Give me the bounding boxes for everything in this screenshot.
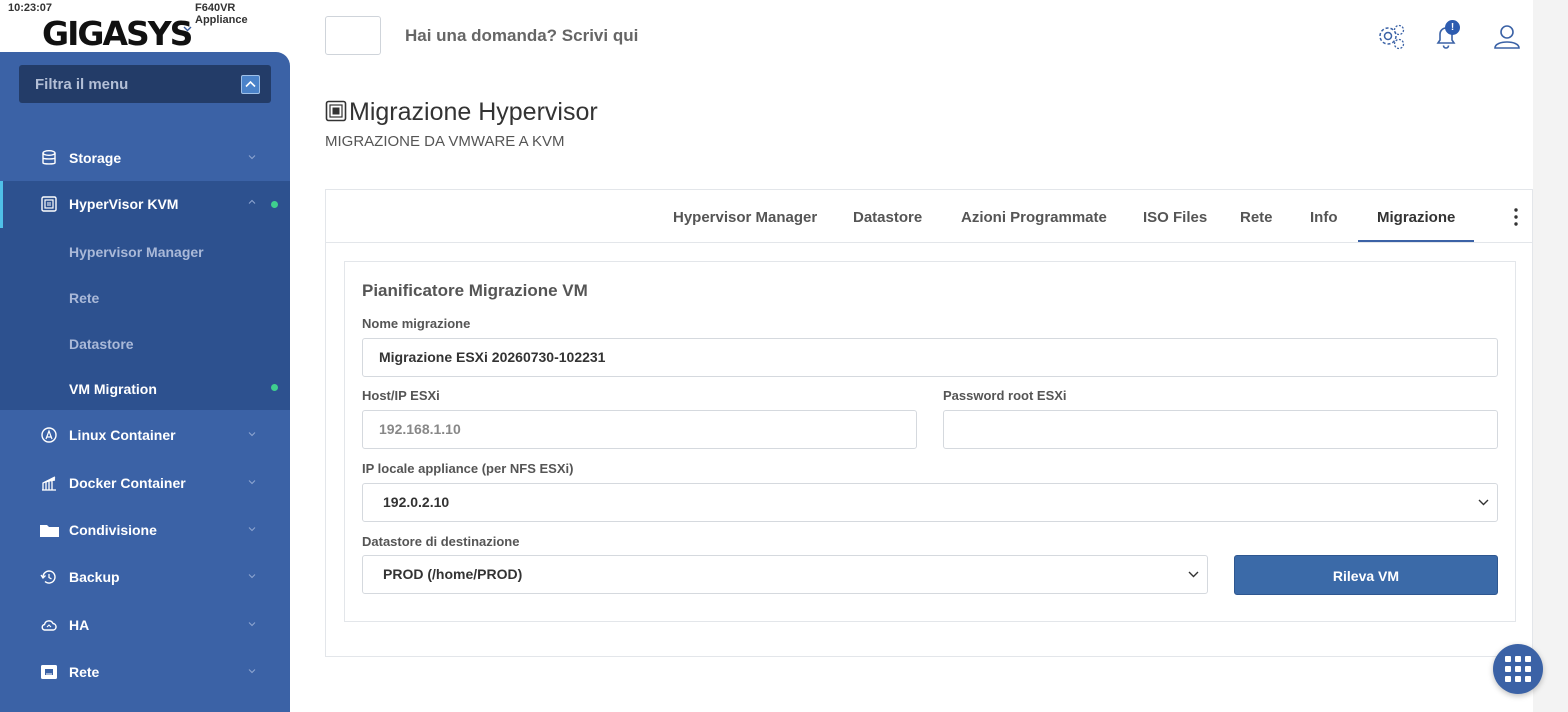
chevron-down-icon — [248, 155, 256, 160]
migration-planner-panel: Pianificatore Migrazione VM Nome migrazi… — [344, 261, 1516, 622]
submenu-item-hypervisor-manager[interactable]: Hypervisor Manager — [69, 244, 204, 260]
folder-icon — [40, 525, 59, 537]
sidebar-item-condivisione[interactable]: Condivisione — [0, 507, 290, 553]
tab-datastore[interactable]: Datastore — [853, 209, 922, 226]
docker-icon — [42, 476, 56, 491]
sidebar-item-storage[interactable]: Storage — [0, 135, 290, 181]
page-scrollbar[interactable] — [1533, 0, 1568, 712]
esxi-password-label: Password root ESXi — [943, 388, 1067, 403]
grid-icon — [1505, 656, 1531, 682]
hypervisor-icon — [41, 196, 57, 212]
sidebar-item-label: Condivisione — [69, 522, 157, 538]
network-icon — [41, 665, 57, 679]
chevron-down-icon — [248, 574, 256, 579]
tab-iso-files[interactable]: ISO Files — [1143, 209, 1207, 226]
user-icon[interactable] — [1492, 22, 1522, 52]
sidebar-item-label: Backup — [69, 569, 120, 585]
apps-launcher-button[interactable] — [1493, 644, 1543, 694]
local-ip-label: IP locale appliance (per NFS ESXi) — [362, 461, 574, 476]
chevron-down-icon — [248, 480, 256, 485]
tab-hypervisor-manager[interactable]: Hypervisor Manager — [673, 209, 817, 226]
esxi-password-input[interactable] — [943, 410, 1498, 449]
tab-info[interactable]: Info — [1310, 209, 1338, 226]
chevron-down-icon — [1478, 499, 1489, 506]
brand-logo[interactable]: GIGASYS — [42, 14, 193, 53]
migration-card: Hypervisor Manager Datastore Azioni Prog… — [325, 189, 1533, 657]
backup-icon — [40, 570, 56, 584]
migration-name-input[interactable]: Migrazione ESXi 20260730-102231 — [362, 338, 1498, 377]
sidebar-item-ha[interactable]: HA — [0, 602, 290, 648]
chevron-up-icon — [245, 80, 256, 88]
clock: 10:23:07 — [8, 2, 53, 14]
panel-title: Pianificatore Migrazione VM — [362, 281, 588, 300]
datastore-select[interactable]: PROD (/home/PROD) — [362, 555, 1208, 594]
chevron-down-icon — [248, 669, 256, 674]
sidebar-item-rete[interactable]: Rete — [0, 649, 290, 695]
sidebar-item-label: HyperVisor KVM — [69, 196, 179, 212]
datastore-value: PROD (/home/PROD) — [383, 566, 523, 582]
esxi-host-label: Host/IP ESXi — [362, 388, 440, 403]
settings-gears-icon[interactable] — [1376, 22, 1406, 52]
sidebar-menu: Filtra il menu Storage HyperVisor KVM Hy… — [0, 52, 290, 712]
detect-vm-button[interactable]: Rileva VM — [1234, 555, 1498, 595]
esxi-host-input[interactable]: 192.168.1.10 — [362, 410, 917, 449]
menu-filter-input[interactable]: Filtra il menu — [19, 65, 271, 103]
tab-azioni-programmate[interactable]: Azioni Programmate — [961, 209, 1107, 226]
datastore-label: Datastore di destinazione — [362, 534, 520, 549]
chevron-down-icon — [248, 432, 256, 437]
tab-rete[interactable]: Rete — [1240, 209, 1273, 226]
chevron-up-icon — [248, 199, 256, 204]
sidebar: 10:23:07 F640VR Appliance GIGASYS Filtra… — [0, 0, 290, 712]
chevron-down-icon — [1188, 571, 1199, 578]
sidebar-item-hypervisor-kvm[interactable]: HyperVisor KVM — [0, 181, 290, 228]
migration-name-label: Nome migrazione — [362, 316, 471, 331]
sidebar-item-label: HA — [69, 617, 90, 633]
menu-filter-placeholder: Filtra il menu — [35, 76, 129, 93]
sidebar-item-backup[interactable]: Backup — [0, 554, 290, 600]
search-input[interactable] — [325, 16, 381, 55]
submenu-item-vm-migration[interactable]: VM Migration — [69, 381, 157, 397]
notification-badge[interactable]: ! — [1445, 20, 1460, 35]
page-title: Migrazione Hypervisor — [349, 98, 598, 126]
search-prompt[interactable]: Hai una domanda? Scrivi qui — [405, 26, 638, 46]
local-ip-select[interactable]: 192.0.2.10 — [362, 483, 1498, 522]
hypervisor-submenu: Hypervisor Manager Rete Datastore VM Mig… — [0, 228, 290, 410]
status-dot — [271, 201, 278, 208]
sidebar-item-label: Docker Container — [69, 475, 186, 491]
database-icon — [42, 150, 56, 165]
chevron-down-icon — [248, 622, 256, 627]
logo-area: 10:23:07 F640VR Appliance GIGASYS — [0, 0, 290, 53]
linux-icon — [41, 427, 57, 443]
appliance-label: F640VR Appliance — [195, 2, 248, 26]
sidebar-item-label: Linux Container — [69, 427, 176, 443]
local-ip-value: 192.0.2.10 — [383, 494, 450, 510]
sidebar-item-docker-container[interactable]: Docker Container — [0, 460, 290, 506]
cloud-icon — [41, 620, 57, 631]
page-subtitle: MIGRAZIONE DA VMWARE A KVM — [325, 133, 565, 150]
tab-migrazione[interactable]: Migrazione — [1377, 209, 1455, 226]
active-tab-indicator — [1358, 240, 1474, 242]
more-options-icon[interactable] — [1514, 208, 1518, 226]
chevron-down-icon — [248, 527, 256, 532]
sidebar-item-label: Storage — [69, 150, 122, 166]
submenu-item-rete[interactable]: Rete — [69, 290, 99, 306]
status-dot — [271, 384, 278, 391]
collapse-menu-button[interactable] — [241, 75, 260, 94]
chevron-down-icon[interactable] — [183, 23, 192, 35]
sidebar-item-linux-container[interactable]: Linux Container — [0, 412, 290, 458]
tab-bar: Hypervisor Manager Datastore Azioni Prog… — [326, 190, 1532, 243]
hypervisor-icon — [325, 100, 347, 122]
submenu-item-datastore[interactable]: Datastore — [69, 336, 134, 352]
sidebar-item-label: Rete — [69, 664, 100, 680]
